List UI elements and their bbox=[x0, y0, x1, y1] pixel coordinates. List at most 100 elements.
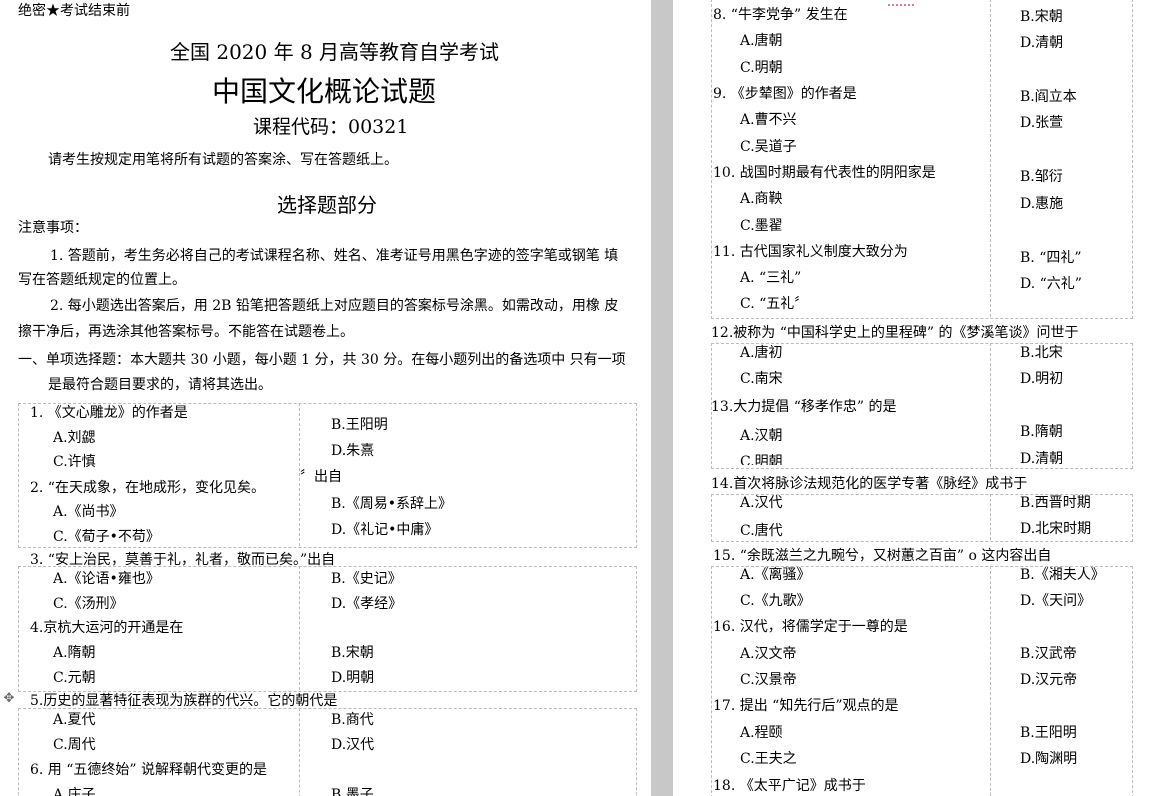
question-1-option-d: D.朱熹 bbox=[331, 443, 375, 459]
question-8-option-c: C.明朝 bbox=[740, 60, 783, 76]
question-9-option-d: D.张萱 bbox=[1020, 115, 1064, 131]
question-2-stem-tail: 〞出自 bbox=[300, 469, 342, 485]
question-9-option-a: A.曹不兴 bbox=[740, 112, 797, 128]
question-4-option-a: A.隋朝 bbox=[53, 645, 96, 661]
part1-line1: 一、单项选择题：本大题共 30 小题，每小题 1 分，共 30 分。在每小题列出… bbox=[18, 352, 626, 368]
part1-line2: 是最符合题目要求的，请将其选出。 bbox=[48, 377, 272, 393]
question-2-option-d: D.《礼记•中庸》 bbox=[331, 522, 439, 538]
question-15-stem: 15. “余既滋兰之九畹兮，又树蕙之百亩” o 这内容出自 bbox=[713, 548, 1052, 564]
question-9-option-b: B.阎立本 bbox=[1020, 89, 1077, 105]
question-3-option-b: B.《史记》 bbox=[331, 571, 402, 587]
question-18-stem: 18. 《太平广记》成书于 bbox=[713, 778, 866, 794]
question-2-option-c: C.《荀子•不苟》 bbox=[53, 529, 160, 545]
question-11-stem: 11. 古代国家礼义制度大致分为 bbox=[713, 244, 908, 260]
note1-line1: 1. 答题前，考生务必将自己的考试课程名称、姓名、准考证号用黑色字迹的签字笔或钢… bbox=[50, 248, 619, 264]
question-6-stem: 6. 用 “五德终始” 说解释朝代变更的是 bbox=[30, 762, 268, 778]
question-9-stem: 9. 《步辇图》的作者是 bbox=[713, 86, 857, 102]
question-16-stem: 16. 汉代，将儒学定于一尊的是 bbox=[713, 619, 908, 635]
question-12-option-a: A.唐初 bbox=[740, 345, 783, 361]
question-13-option-a: A.汉朝 bbox=[740, 428, 783, 444]
question-16-option-a: A.汉文帝 bbox=[740, 646, 797, 662]
instruction-text: 请考生按规定用笔将所有试题的答案涂、写在答题纸上。 bbox=[48, 152, 398, 168]
question-4-option-c: C.元朝 bbox=[53, 670, 96, 686]
exam-title: 全国 2020 年 8 月高等教育自学考试 bbox=[170, 40, 500, 64]
question-5-option-c: C.周代 bbox=[53, 737, 96, 753]
question-11-option-d: D. “六礼” bbox=[1020, 276, 1082, 292]
question-11-option-c: C. “五礼〞 bbox=[740, 296, 809, 312]
question-15-option-b: B.《湘夫人》 bbox=[1020, 567, 1105, 583]
table-divider bbox=[990, 494, 991, 540]
course-code: 课程代码：00321 bbox=[253, 116, 409, 138]
question-15-option-a: A.《离骚》 bbox=[740, 567, 811, 583]
question-1-option-c: C.许慎 bbox=[53, 454, 96, 470]
question-15-option-d: D.《天问》 bbox=[1020, 593, 1092, 609]
confidential-label: 绝密★考试结束前 bbox=[18, 3, 130, 19]
note2-line2: 擦干净后，再选涂其他答案标号。不能答在试题卷上。 bbox=[18, 324, 354, 340]
section-title: 选择题部分 bbox=[277, 193, 377, 217]
question-6-option-b: B.墨子 bbox=[331, 787, 374, 796]
question-14-option-b: B.西晋时期 bbox=[1020, 495, 1091, 511]
question-10-option-b: B.邹衍 bbox=[1020, 169, 1063, 185]
table-divider bbox=[990, 343, 991, 467]
question-3-option-d: D.《孝经》 bbox=[331, 596, 403, 612]
question-12-stem: 12.被称为 “中国科学史上的里程碑” 的《梦溪笔谈》问世于 bbox=[711, 325, 1079, 341]
notes-heading: 注意事项： bbox=[18, 220, 88, 236]
question-17-stem: 17. 提出 “知先行后”观点的是 bbox=[713, 698, 899, 714]
question-14-stem: 14.首次将脉诊法规范化的医学专著《脉经》成书于 bbox=[711, 476, 1028, 492]
question-2-stem: 2. “在天成象，在地成形，变化见矣。 bbox=[30, 480, 265, 496]
question-13-option-b: B.隋朝 bbox=[1020, 424, 1063, 440]
question-3-option-c: C.《汤刑》 bbox=[53, 596, 124, 612]
question-14-option-a: A.汉代 bbox=[740, 495, 783, 511]
question-12-option-c: C.南宋 bbox=[740, 371, 783, 387]
question-11-option-b: B. “四礼” bbox=[1020, 250, 1082, 266]
question-3-option-a: A.《论语•雍也》 bbox=[53, 571, 160, 587]
question-12-option-d: D.明初 bbox=[1020, 371, 1064, 387]
question-3-stem: 3. “安上治民，莫善于礼，礼者，敬而已矣。”出自 bbox=[30, 552, 336, 568]
question-4-option-d: D.明朝 bbox=[331, 670, 375, 686]
question-15-option-c: C.《九歌》 bbox=[740, 593, 811, 609]
question-2-option-a: A.《尚书》 bbox=[53, 504, 124, 520]
question-6-option-a: A.庄子 bbox=[53, 787, 96, 796]
question-16-option-d: D.汉元帝 bbox=[1020, 672, 1078, 688]
question-13-option-d: D.清朝 bbox=[1020, 451, 1064, 467]
paper-title: 中国文化概论试题 bbox=[212, 75, 437, 108]
question-17-option-a: A.程颐 bbox=[740, 725, 783, 741]
question-1-option-a: A.刘勰 bbox=[53, 430, 96, 446]
note2-line1: 2. 每小题选出答案后，用 2B 铅笔把答题纸上对应题目的答案标号涂黑。如需改动… bbox=[50, 298, 619, 314]
question-17-option-d: D.陶渊明 bbox=[1020, 751, 1078, 767]
question-14-option-c: C.唐代 bbox=[740, 523, 783, 539]
question-5-option-b: B.商代 bbox=[331, 712, 374, 728]
question-8-option-d: D.清朝 bbox=[1020, 35, 1064, 51]
question-10-option-c: C.墨翟 bbox=[740, 218, 783, 234]
options-table-q5-q6 bbox=[18, 708, 637, 796]
table-move-handle-icon[interactable]: ✥ bbox=[2, 692, 16, 706]
question-12-option-b: B.北宋 bbox=[1020, 345, 1063, 361]
question-1-option-b: B.王阳明 bbox=[331, 417, 388, 433]
table-divider bbox=[299, 708, 300, 796]
question-2-option-b: B.《周易•系辞上》 bbox=[331, 496, 452, 512]
question-8-option-a: A.唐朝 bbox=[740, 33, 783, 49]
question-16-option-b: B.汉武帝 bbox=[1020, 646, 1077, 662]
question-10-option-a: A.商鞅 bbox=[740, 191, 783, 207]
question-17-option-c: C.王夫之 bbox=[740, 751, 797, 767]
question-5-option-d: D.汉代 bbox=[331, 737, 375, 753]
question-13-stem: 13.大力提倡 “移孝作忠” 的是 bbox=[711, 399, 897, 415]
question-13-option-c: C.明朝 bbox=[740, 454, 783, 465]
table-divider bbox=[990, 566, 991, 796]
question-9-option-c: C.吴道子 bbox=[740, 139, 797, 155]
question-4-stem: 4.京杭大运河的开通是在 bbox=[30, 620, 184, 636]
question-4-option-b: B.宋朝 bbox=[331, 645, 374, 661]
question-16-option-c: C.汉景帝 bbox=[740, 672, 797, 688]
question-10-option-d: D.惠施 bbox=[1020, 196, 1064, 212]
left-page: 绝密★考试结束前 全国 2020 年 8 月高等教育自学考试 中国文化概论试题 … bbox=[0, 0, 651, 796]
question-10-stem: 10. 战国时期最有代表性的阴阳家是 bbox=[713, 165, 936, 181]
question-5-stem: 5.历史的显著特征表现为族群的代兴。它的朝代是 bbox=[30, 693, 338, 709]
table-divider bbox=[299, 566, 300, 690]
question-11-option-a: A. “三礼” bbox=[740, 270, 802, 286]
right-page: 8. “牛李党争” 发生在 B.宋朝 A.唐朝 D.清朝 C.明朝 9. 《步辇… bbox=[673, 0, 1151, 796]
question-17-option-b: B.王阳明 bbox=[1020, 725, 1077, 741]
question-8-stem: 8. “牛李党争” 发生在 bbox=[713, 7, 848, 23]
question-1-stem: 1. 《文心雕龙》的作者是 bbox=[30, 405, 188, 421]
note1-line2: 写在答题纸规定的位置上。 bbox=[18, 272, 186, 288]
question-14-option-d: D.北宋时期 bbox=[1020, 521, 1092, 537]
